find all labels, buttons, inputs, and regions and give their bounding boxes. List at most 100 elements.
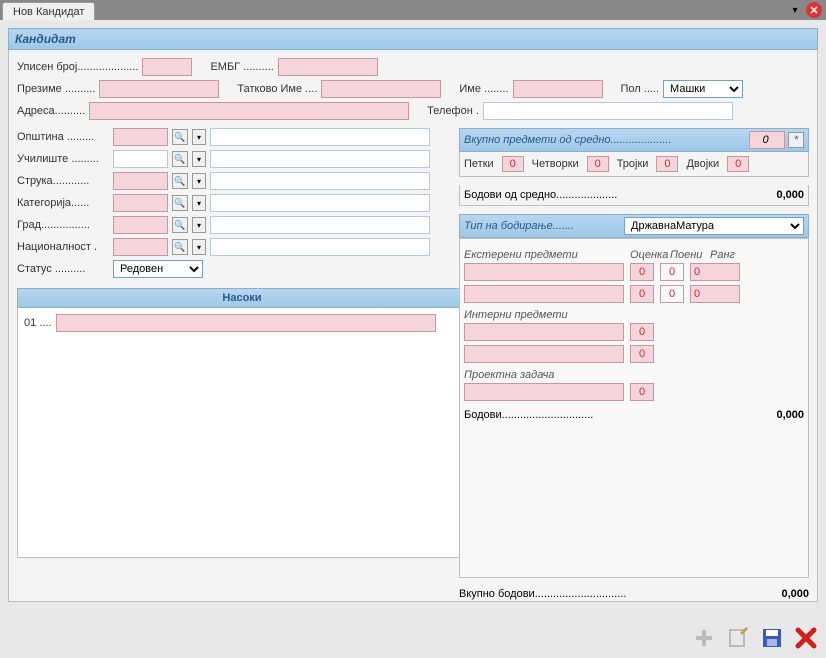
tatkovo-input[interactable] bbox=[321, 80, 441, 98]
uciliste-text[interactable] bbox=[210, 150, 430, 168]
bodovi-label: Бодови.............................. bbox=[464, 409, 593, 421]
status-select[interactable]: Редовен bbox=[113, 260, 203, 278]
dvojki-label: Двојки bbox=[686, 158, 719, 170]
vkupno-predmeti-value[interactable]: 0 bbox=[749, 131, 785, 149]
kandidat-panel: Кандидат Уписен број....................… bbox=[8, 28, 818, 602]
ime-input[interactable] bbox=[513, 80, 603, 98]
footer-toolbar bbox=[692, 626, 818, 650]
uciliste-dropdown-icon[interactable]: ▾ bbox=[192, 151, 206, 167]
eksterni-rang-1[interactable]: 0 bbox=[690, 263, 740, 281]
eksterni-ocenka-1[interactable]: 0 bbox=[630, 263, 654, 281]
eksterni-poeni-1[interactable]: 0 bbox=[660, 263, 684, 281]
interni-label: Интерни предмети bbox=[464, 309, 804, 321]
nasoki-body: 01 .... bbox=[17, 308, 467, 558]
upisen-broj-input[interactable] bbox=[142, 58, 192, 76]
save-button[interactable] bbox=[760, 626, 784, 650]
pol-label: Пол ..... bbox=[621, 83, 660, 95]
right-column: Вкупно предмети од средно...............… bbox=[459, 128, 809, 604]
eksterni-row-2: 0 0 0 bbox=[464, 285, 804, 303]
grad-input[interactable] bbox=[113, 216, 168, 234]
nacionalnost-dropdown-icon[interactable]: ▾ bbox=[192, 239, 206, 255]
interni-ocenka-2[interactable]: 0 bbox=[630, 345, 654, 363]
save-icon bbox=[761, 627, 783, 649]
pol-select[interactable]: Машки bbox=[663, 80, 743, 98]
nacionalnost-text[interactable] bbox=[210, 238, 430, 256]
kategorija-lookup-icon[interactable]: 🔍 bbox=[172, 195, 188, 211]
adresa-input[interactable] bbox=[89, 102, 409, 120]
kategorija-label: Категорија...... bbox=[17, 197, 109, 209]
eksterni-subj-1[interactable] bbox=[464, 263, 624, 281]
embg-input[interactable] bbox=[278, 58, 378, 76]
opstina-input[interactable] bbox=[113, 128, 168, 146]
kategorija-text[interactable] bbox=[210, 194, 430, 212]
eksterni-rang-2[interactable]: 0 bbox=[690, 285, 740, 303]
opstina-lookup-icon[interactable]: 🔍 bbox=[172, 129, 188, 145]
telefon-label: Телефон . bbox=[427, 105, 479, 117]
row-3: Адреса.......... Телефон . bbox=[17, 102, 809, 120]
nacionalnost-lookup-icon[interactable]: 🔍 bbox=[172, 239, 188, 255]
interni-row-2: 0 bbox=[464, 345, 804, 363]
cetvorki-label: Четворки bbox=[532, 158, 579, 170]
row-1: Уписен број.................... ЕМБГ ...… bbox=[17, 58, 809, 76]
uciliste-input[interactable] bbox=[113, 150, 168, 168]
poeni-label: Поени bbox=[670, 249, 704, 261]
bodiranje-block: Тип на бодирање....... ДржавнаМатура Екс… bbox=[459, 214, 809, 578]
petki-value: 0 bbox=[502, 156, 524, 172]
nasoki-row-01-input[interactable] bbox=[56, 314, 436, 332]
proektna-row-1: 0 bbox=[464, 383, 804, 401]
nacionalnost-label: Националност . bbox=[17, 241, 109, 253]
proektna-ocenka-1[interactable]: 0 bbox=[630, 383, 654, 401]
struka-dropdown-icon[interactable]: ▾ bbox=[192, 173, 206, 189]
vkupno-bodovi-label: Вкупно бодови...........................… bbox=[459, 588, 626, 600]
struka-text[interactable] bbox=[210, 172, 430, 190]
nacionalnost-input[interactable] bbox=[113, 238, 168, 256]
left-column: Општина ......... 🔍 ▾ Училиште .........… bbox=[17, 128, 467, 558]
add-button[interactable] bbox=[692, 626, 716, 650]
interni-subj-1[interactable] bbox=[464, 323, 624, 341]
grad-label: Град................ bbox=[17, 219, 109, 231]
close-tab-button[interactable]: ✕ bbox=[806, 2, 822, 18]
interni-ocenka-1[interactable]: 0 bbox=[630, 323, 654, 341]
tab-nov-kandidat[interactable]: Нов Кандидат bbox=[2, 2, 95, 20]
tip-bodiranje-select[interactable]: ДржавнаМатура bbox=[624, 217, 804, 235]
rang-label: Ранг bbox=[710, 249, 760, 261]
uciliste-lookup-icon[interactable]: 🔍 bbox=[172, 151, 188, 167]
nasoki-row-01-label: 01 .... bbox=[24, 317, 52, 329]
upisen-broj-label: Уписен број.................... bbox=[17, 61, 138, 73]
tatkovo-label: Татково Име .... bbox=[237, 83, 317, 95]
vkupno-predmeti-star-button[interactable]: * bbox=[788, 132, 804, 148]
petki-label: Петки bbox=[464, 158, 494, 170]
content: Кандидат Уписен број....................… bbox=[0, 20, 826, 618]
dvojki-value: 0 bbox=[727, 156, 749, 172]
window: Нов Кандидат ▾ ✕ Кандидат Уписен број...… bbox=[0, 0, 826, 658]
plus-icon bbox=[693, 627, 715, 649]
interni-subj-2[interactable] bbox=[464, 345, 624, 363]
eksterni-subj-2[interactable] bbox=[464, 285, 624, 303]
struka-label: Струка............ bbox=[17, 175, 109, 187]
tab-menu-icon[interactable]: ▾ bbox=[788, 3, 802, 17]
proektna-label: Проектна задача bbox=[464, 369, 804, 381]
edit-icon bbox=[727, 627, 749, 649]
grad-dropdown-icon[interactable]: ▾ bbox=[192, 217, 206, 233]
col-headers-row: Екстерени предмети Оценка Поени Ранг bbox=[464, 243, 804, 263]
nasoki-header: Насоки bbox=[17, 288, 467, 308]
vkupno-predmeti-header: Вкупно предмети од средно...............… bbox=[459, 128, 809, 152]
grad-text[interactable] bbox=[210, 216, 430, 234]
opstina-text[interactable] bbox=[210, 128, 430, 146]
adresa-label: Адреса.......... bbox=[17, 105, 85, 117]
proektna-subj-1[interactable] bbox=[464, 383, 624, 401]
telefon-input[interactable] bbox=[483, 102, 733, 120]
kategorija-dropdown-icon[interactable]: ▾ bbox=[192, 195, 206, 211]
struka-input[interactable] bbox=[113, 172, 168, 190]
cancel-button[interactable] bbox=[794, 626, 818, 650]
eksterni-poeni-2[interactable]: 0 bbox=[660, 285, 684, 303]
grad-lookup-icon[interactable]: 🔍 bbox=[172, 217, 188, 233]
opstina-dropdown-icon[interactable]: ▾ bbox=[192, 129, 206, 145]
prezime-input[interactable] bbox=[99, 80, 219, 98]
eksterni-label: Екстерени предмети bbox=[464, 249, 624, 261]
vkupno-bodovi-value: 0,000 bbox=[781, 588, 809, 600]
edit-button[interactable] bbox=[726, 626, 750, 650]
kategorija-input[interactable] bbox=[113, 194, 168, 212]
eksterni-ocenka-2[interactable]: 0 bbox=[630, 285, 654, 303]
struka-lookup-icon[interactable]: 🔍 bbox=[172, 173, 188, 189]
